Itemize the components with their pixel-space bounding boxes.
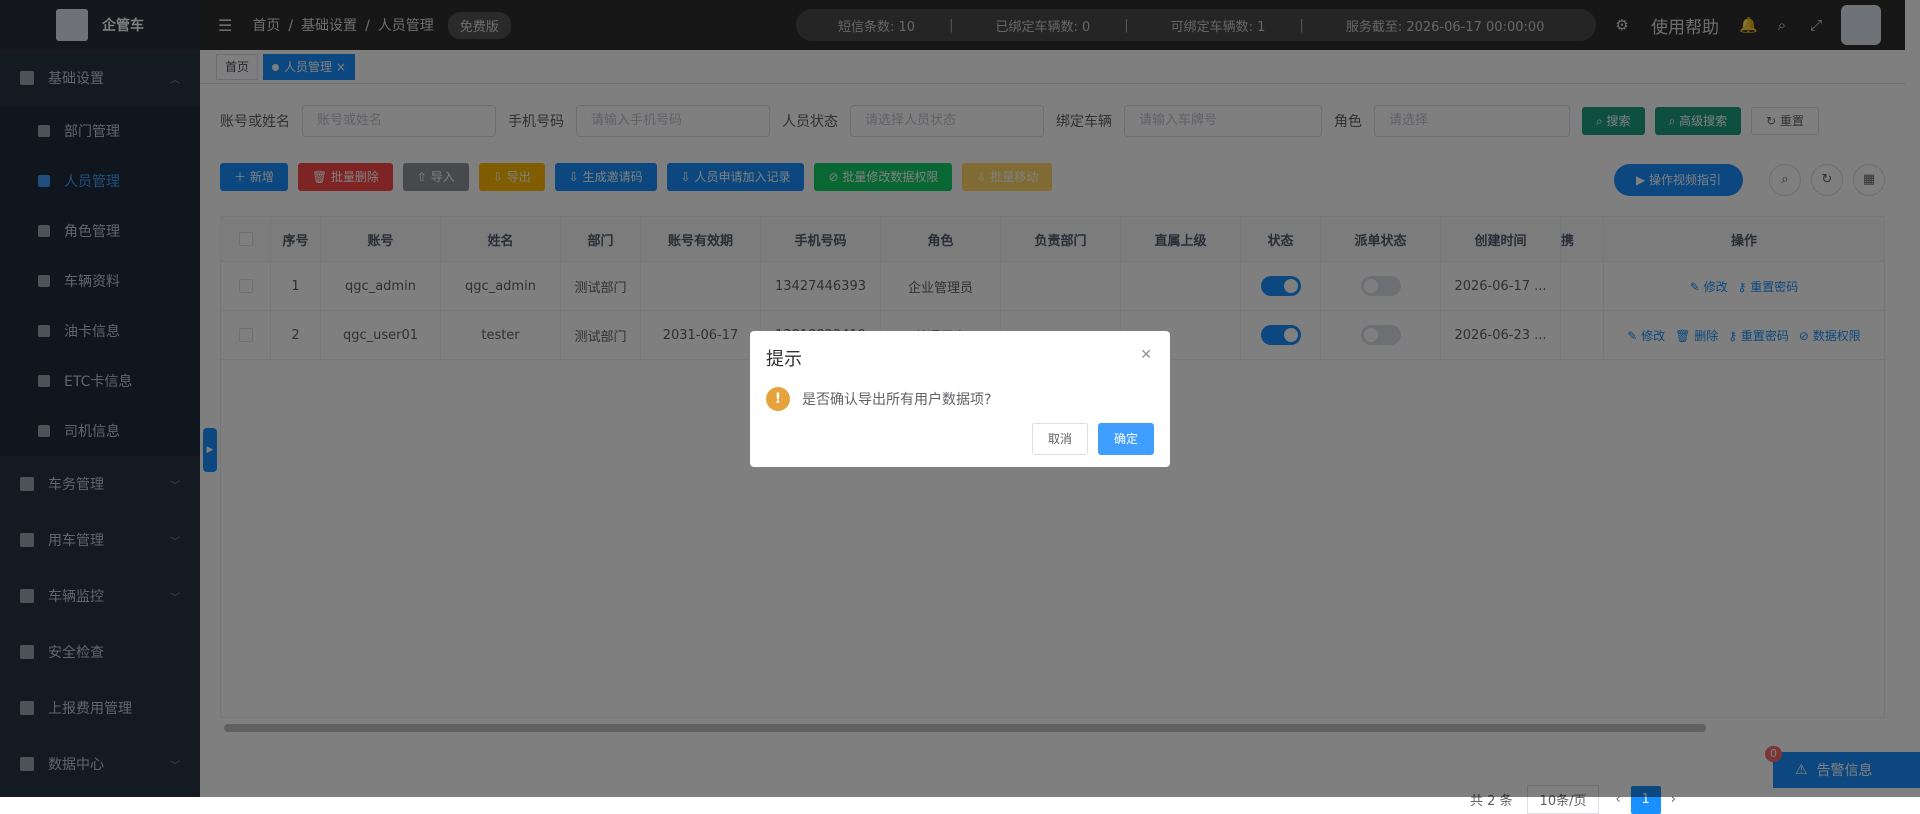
confirm-dialog: 提示 ✕ ! 是否确认导出所有用户数据项? 取消 确定	[750, 331, 1170, 467]
dialog-title: 提示	[766, 349, 802, 370]
dialog-message: ! 是否确认导出所有用户数据项?	[766, 387, 1154, 411]
cancel-button[interactable]: 取消	[1031, 423, 1088, 455]
dialog-message-text: 是否确认导出所有用户数据项?	[802, 392, 992, 408]
warning-icon: !	[766, 387, 790, 411]
confirm-button[interactable]: 确定	[1097, 423, 1154, 455]
close-icon[interactable]: ✕	[1140, 347, 1152, 363]
